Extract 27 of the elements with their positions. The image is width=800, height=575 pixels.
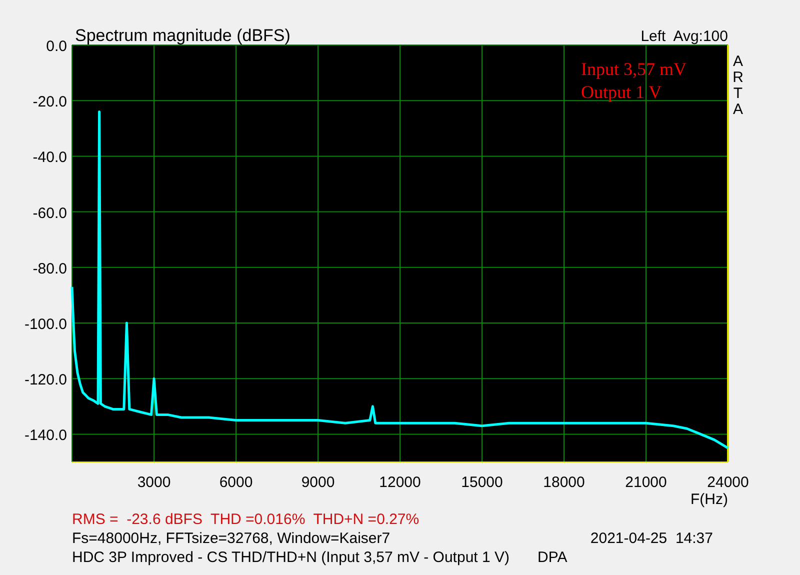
axis-tick-label: 18000	[543, 474, 585, 491]
measurement-summary: RMS = -23.6 dBFS THD =0.016% THD+N =0.27%	[72, 510, 420, 529]
analysis-settings: Fs=48000Hz, FFTsize=32768, Window=Kaiser7	[72, 529, 390, 548]
measurement-description: HDC 3P Improved - CS THD/THD+N (Input 3,57 mV - Output 1 V)	[72, 548, 510, 567]
axis-tick-label: 9000	[301, 474, 335, 491]
axis-tick-label: 12000	[379, 474, 421, 491]
axis-tick-label: 21000	[625, 474, 667, 491]
chart-title: Spectrum magnitude (dBFS)	[75, 26, 290, 45]
author-label: DPA	[538, 548, 568, 567]
legend-text: Output 1 V	[581, 82, 662, 102]
axis-tick-label: -120.0	[24, 372, 67, 389]
axis-tick-label: 6000	[219, 474, 253, 491]
axis-tick-label: 24000	[707, 474, 749, 491]
axis-title: F(Hz)	[690, 491, 728, 508]
axis-tick-label: -140.0	[24, 427, 67, 444]
legend-text: Input 3,57 mV	[581, 59, 686, 79]
brand-label: ARTA	[732, 53, 744, 118]
channel-info: Left Avg:100	[640, 28, 728, 45]
timestamp: 2021-04-25 14:37	[590, 529, 713, 548]
axis-tick-label: 15000	[461, 474, 503, 491]
axis-tick-label: 0.0	[46, 38, 67, 55]
axis-tick-label: -60.0	[32, 204, 67, 222]
axis-tick-label: -20.0	[32, 94, 67, 111]
axis-tick-label: -100.0	[24, 316, 67, 333]
axis-tick-label: 3000	[137, 474, 171, 491]
axis-tick-label: -80.0	[32, 260, 67, 278]
axis-tick-label: -40.0	[32, 149, 67, 166]
